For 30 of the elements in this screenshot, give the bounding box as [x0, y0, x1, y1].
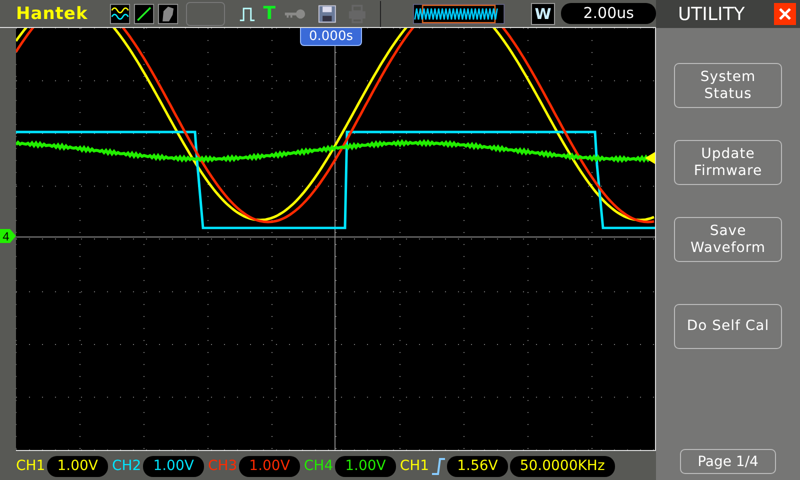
brand-logo: Hantek	[16, 4, 88, 24]
menu-button[interactable]: Update Firmware	[674, 140, 782, 185]
xy-mode-icon[interactable]	[134, 2, 154, 24]
channel-label[interactable]: CH1	[16, 458, 46, 474]
trigger-source-label: CH1	[400, 458, 430, 474]
channel-scale-readout: 1.00V	[335, 456, 396, 476]
frequency-readout: 50.0000KHz	[510, 456, 615, 476]
key-icon	[284, 8, 306, 20]
waveform-overview-icon	[413, 2, 505, 24]
channel-scale-readout: 1.00V	[47, 456, 108, 476]
waveform-display-icon[interactable]	[110, 2, 130, 24]
trigger-level-readout: 1.56V	[447, 456, 508, 476]
channel-label[interactable]: CH4	[304, 458, 334, 474]
timebase-readout: 2.00us	[561, 3, 656, 24]
channel-scale-readout: 1.00V	[239, 456, 300, 476]
close-icon	[778, 7, 792, 21]
menu-button[interactable]: Save Waveform	[674, 217, 782, 262]
menu-title: UTILITY	[678, 4, 745, 24]
menu-button[interactable]: Do Self Cal	[674, 304, 782, 349]
trigger-indicator: T	[263, 3, 276, 24]
rising-edge-icon	[431, 457, 446, 475]
status-box	[186, 2, 225, 26]
channel-label[interactable]: CH2	[112, 458, 142, 474]
close-button[interactable]	[774, 3, 796, 25]
menu-button[interactable]: System Status	[674, 63, 782, 108]
trigger-position-marker[interactable]: 0.000s	[300, 28, 362, 46]
timebase-mode-label[interactable]: W	[530, 2, 556, 24]
channel-scale-readout: 1.00V	[143, 456, 204, 476]
ground-marker[interactable]: 4	[0, 229, 16, 243]
page-button[interactable]: Page 1/4	[680, 449, 776, 474]
